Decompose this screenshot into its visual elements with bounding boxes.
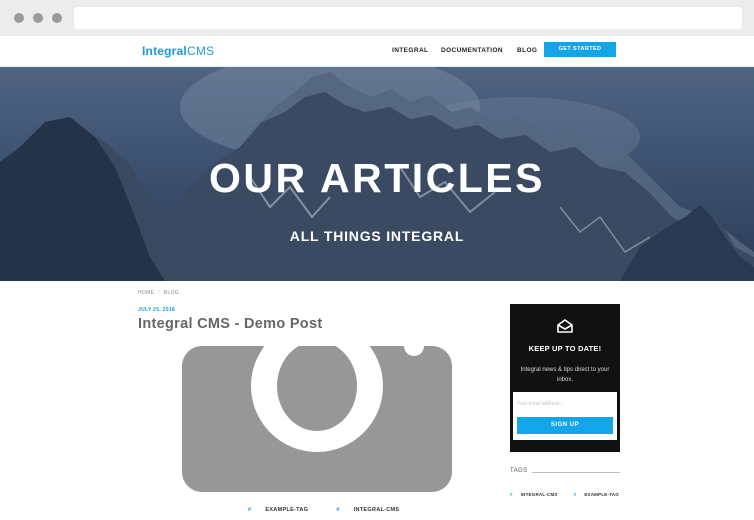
camera-icon — [138, 346, 496, 492]
newsletter-form: SIGN UP — [513, 392, 617, 440]
tags-heading: TAGS — [510, 468, 528, 474]
window-close-dot[interactable] — [14, 13, 24, 23]
sidebar-tag-list: # INTEGRAL-CMS # EXAMPLE-TAG — [510, 492, 635, 497]
post-tag-link[interactable]: # EXAMPLE-TAG — [248, 507, 322, 513]
newsletter-description: Integral news & tips direct to your inbo… — [520, 367, 610, 383]
brand-logo[interactable]: IntegralCMS — [142, 44, 214, 58]
brand-name-light: CMS — [186, 44, 215, 58]
hero-title: OUR ARTICLES — [209, 155, 545, 201]
browser-chrome — [0, 0, 754, 36]
breadcrumb-blog: BLOG — [163, 290, 180, 296]
hero-subtitle: ALL THINGS INTEGRAL — [289, 228, 465, 244]
newsletter-widget: KEEP UP TO DATE! Integral news & tips di… — [510, 304, 620, 452]
sign-up-button[interactable]: SIGN UP — [517, 417, 613, 434]
post-title[interactable]: Integral CMS - Demo Post — [138, 316, 322, 332]
site-header: IntegralCMS INTEGRAL DOCUMENTATION BLOG … — [0, 36, 754, 67]
post-date: JULY 25, 2018 — [138, 307, 175, 313]
sidebar-tag-link[interactable]: # INTEGRAL-CMS — [510, 492, 566, 497]
email-input[interactable] — [517, 398, 613, 410]
newsletter-title: KEEP UP TO DATE! — [528, 344, 602, 353]
nav-link-integral[interactable]: INTEGRAL — [392, 47, 428, 54]
breadcrumb-separator: / — [158, 290, 160, 296]
nav-link-documentation[interactable]: DOCUMENTATION — [441, 47, 503, 54]
nav-link-blog[interactable]: BLOG — [517, 47, 537, 54]
brand-name-bold: Integral — [142, 44, 187, 58]
breadcrumb-home[interactable]: HOME — [138, 290, 154, 296]
get-started-button[interactable]: GET STARTED — [544, 42, 616, 57]
address-bar[interactable] — [74, 7, 742, 29]
hero-banner: OUR ARTICLES ALL THINGS INTEGRAL — [0, 67, 754, 281]
post-tags: # EXAMPLE-TAG # INTEGRAL-CMS — [248, 507, 427, 513]
sidebar-tag-link[interactable]: # EXAMPLE-TAG — [574, 492, 627, 497]
window-maximize-dot[interactable] — [52, 13, 62, 23]
window-minimize-dot[interactable] — [33, 13, 43, 23]
post-image-placeholder — [138, 346, 496, 492]
breadcrumb: HOME / BLOG — [138, 290, 179, 296]
post-tag-link[interactable]: # INTEGRAL-CMS — [336, 507, 413, 513]
envelope-open-icon — [557, 319, 573, 333]
tags-divider — [532, 472, 620, 473]
